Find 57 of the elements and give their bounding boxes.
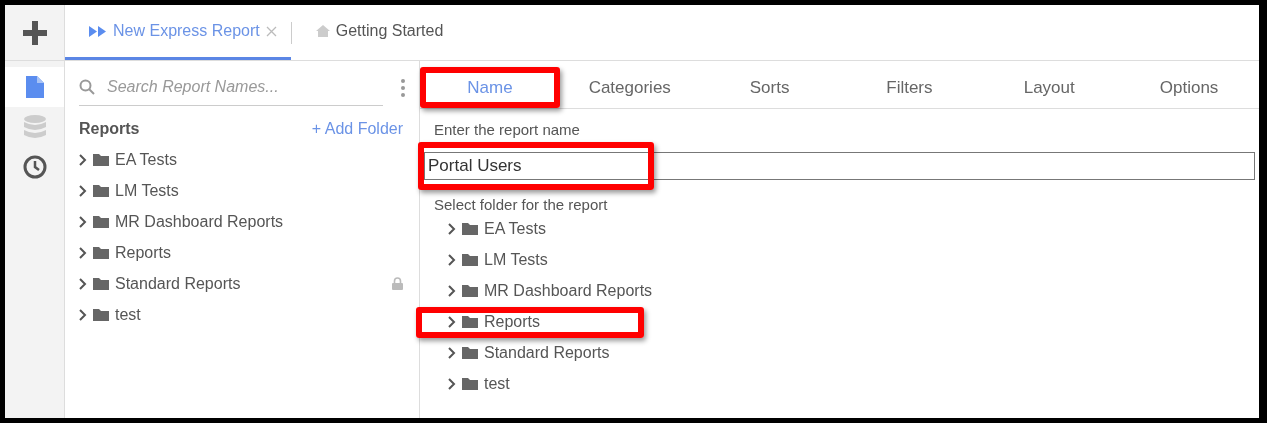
folder-name[interactable]: test — [115, 305, 403, 324]
step-tab[interactable]: Layout — [979, 67, 1120, 108]
fast-forward-icon — [89, 25, 107, 37]
folder-icon — [93, 308, 109, 321]
folder-icon — [93, 246, 109, 259]
step-tab[interactable]: Options — [1119, 67, 1259, 108]
plus-icon — [22, 20, 47, 45]
folder-name[interactable]: EA Tests — [484, 219, 546, 238]
chevron-icon[interactable] — [79, 184, 87, 197]
home-icon — [315, 25, 330, 37]
folder-name[interactable]: EA Tests — [115, 150, 403, 169]
folder-name[interactable]: LM Tests — [484, 250, 548, 269]
folder-name[interactable]: Standard Reports — [115, 274, 386, 293]
clock-icon — [22, 155, 47, 179]
field-label: Select folder for the report — [434, 196, 609, 213]
field-label: Enter the report name — [434, 121, 581, 138]
step-tab[interactable]: Categories — [559, 67, 700, 108]
folder-icon — [462, 284, 478, 297]
chevron-icon[interactable] — [79, 308, 87, 321]
folder-icon — [93, 215, 109, 228]
search-field[interactable]: Search Report Names... — [105, 77, 383, 97]
chevron-icon[interactable] — [79, 277, 87, 290]
database-icon — [23, 115, 46, 139]
chevron-icon[interactable] — [448, 284, 456, 297]
chevron-icon[interactable] — [448, 315, 456, 328]
folder-name[interactable]: Standard Reports — [484, 343, 610, 362]
folder-name[interactable]: test — [484, 374, 510, 393]
chevron-icon[interactable] — [79, 215, 87, 228]
folder-icon — [462, 315, 478, 328]
more-icon[interactable] — [401, 79, 405, 97]
chevron-icon[interactable] — [79, 246, 87, 259]
rail-button[interactable] — [5, 67, 64, 107]
section-heading: Reports — [79, 120, 140, 138]
folder-icon — [462, 222, 478, 235]
folder-name[interactable]: MR Dashboard Reports — [484, 281, 653, 300]
step-tab[interactable]: Sorts — [699, 67, 840, 108]
folder-icon — [462, 253, 478, 266]
folder-name[interactable]: Reports — [484, 312, 541, 331]
document-icon — [25, 76, 44, 98]
folder-icon — [93, 184, 109, 197]
tab[interactable]: Getting Started — [291, 5, 458, 60]
folder-icon — [462, 346, 478, 359]
folder-name[interactable]: MR Dashboard Reports — [115, 212, 403, 231]
chevron-icon[interactable] — [448, 346, 456, 359]
add-button[interactable] — [5, 5, 65, 60]
chevron-icon[interactable] — [79, 153, 87, 166]
report-name-field[interactable]: Portal Users — [424, 152, 1255, 180]
search-icon — [79, 79, 95, 95]
chevron-icon[interactable] — [448, 222, 456, 235]
folder-icon — [462, 377, 478, 390]
step-tab[interactable]: Filters — [839, 67, 980, 108]
chevron-icon[interactable] — [448, 253, 456, 266]
folder-name[interactable]: Reports — [115, 243, 403, 262]
folder-icon — [93, 277, 109, 290]
folder-icon — [93, 153, 109, 166]
chevron-icon[interactable] — [448, 377, 456, 390]
folder-name[interactable]: LM Tests — [115, 181, 403, 200]
